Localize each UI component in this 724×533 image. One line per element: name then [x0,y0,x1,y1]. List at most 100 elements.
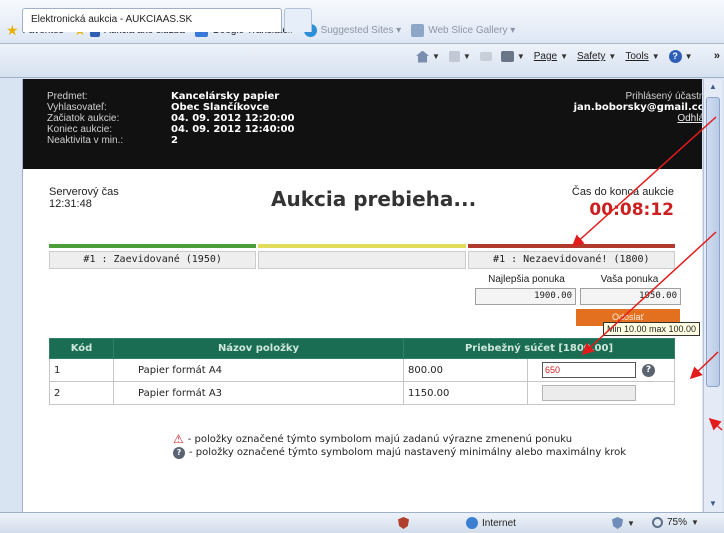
chevron-down-icon: ▼ [684,52,693,61]
protected-mode-icon [612,517,623,529]
zone-label: Internet [482,517,516,529]
step-limit-tooltip: Min 10.00 max 100.00 [603,322,701,336]
scroll-up-icon[interactable]: ▲ [708,82,718,92]
row-input-cell [527,381,675,405]
col-code: Kód [49,338,114,359]
auction-header: Predmet: Vyhlasovateľ: Začiatok aukcie: … [23,79,702,169]
page-menu[interactable]: Page ▼ [534,51,568,62]
feeds-button[interactable]: ▼ [448,51,471,62]
best-offer-label: Najlepšia ponuka [488,274,565,285]
tools-menu[interactable]: Tools ▼ [625,51,659,62]
fav-link-suggested-sites[interactable]: Suggested Sites ▾ [303,23,402,37]
chevron-down-icon: ▼ [627,518,635,528]
legend-help-row: ? - položky označené týmto symbolom majú… [173,446,626,459]
bid-status-unregistered: #1 : Nezaevidované! (1800) [467,251,675,269]
print-button[interactable]: ▼ [500,51,525,62]
row-sum: 1150.00 [403,381,528,405]
page-menu-label: Page [533,51,558,62]
participant-email: jan.boborsky@gmail.com [573,102,702,113]
label-end: Koniec aukcie: [47,124,113,135]
participant-label: Prihlásený účastník: [625,91,703,102]
label-subject: Predmet: [47,91,88,102]
mail-icon [479,52,492,61]
col-running-total: Priebežný súčet [1800.00] [403,338,675,359]
status-bar-red [467,244,675,248]
your-offer-value: 1950.00 [580,288,681,305]
row-code: 1 [49,358,114,382]
toolbar-overflow-button[interactable]: » [714,50,720,62]
bid-status-bars [49,244,675,248]
home-icon [416,50,429,63]
row-item-name: Papier formát A3 [113,381,404,405]
web-slice-icon [411,23,425,37]
page-viewport: Predmet: Vyhlasovateľ: Začiatok aukcie: … [22,79,702,512]
countdown-label: Čas do konca aukcie [571,186,674,198]
auction-info-values: Kancelársky papier Obec Slančíkovce 04. … [171,91,294,146]
fav-link-label: Suggested Sites ▾ [320,24,402,36]
chevron-down-icon: ▼ [608,52,617,61]
browser-tab-active[interactable]: Elektronická aukcia - AUKCIAAS.SK [22,8,282,32]
auction-info-labels: Predmet: Vyhlasovateľ: Začiatok aukcie: … [47,91,123,146]
label-inactivity: Neaktivita v min.: [47,135,124,146]
table-header-row: Kód Názov položky Priebežný súčet [1800.… [49,338,675,359]
your-offer-label: Vaša ponuka [600,274,659,285]
legend-warn-text: - položky označené týmto symbolom majú z… [187,434,573,445]
offer-fields: 1900.00 1950.00 [475,288,681,305]
scrollbar-thumb[interactable] [706,97,720,387]
fav-link-web-slice-gallery[interactable]: Web Slice Gallery ▾ [411,23,516,37]
row-item-name: Papier formát A4 [113,358,404,382]
value-start: 04. 09. 2012 12:20:00 [171,113,295,124]
step-help-icon[interactable]: ? [642,364,655,377]
label-announcer: Vyhlasovateľ: [47,102,107,113]
help-menu[interactable]: ? ▼ [668,50,693,63]
countdown-timer: 00:08:12 [589,200,674,220]
bid-status-row: #1 : Zaevidované (1950) #1 : Nezaevidova… [49,251,675,269]
warning-triangle-icon: ⚠ [173,432,184,446]
item-price-input[interactable] [542,362,636,378]
value-inactivity: 2 [171,135,178,146]
vertical-scrollbar[interactable]: ▲ ▼ [703,79,722,512]
new-tab-button[interactable] [284,8,312,32]
value-subject: Kancelársky papier [171,91,280,102]
shield-icon [398,517,409,529]
tools-menu-label: Tools [625,51,649,62]
printer-icon [500,51,514,62]
fav-link-label: Web Slice Gallery ▾ [428,24,516,36]
protected-mode-button[interactable]: ▼ [612,517,635,529]
help-circle-icon: ? [173,446,185,459]
legend-help-text: - položky označené týmto symbolom majú n… [189,447,627,458]
chevron-down-icon: ▼ [432,52,440,61]
favorites-star-icon: ★ [6,21,19,38]
zone-status[interactable]: Internet [466,517,516,529]
home-button[interactable]: ▼ [416,50,440,63]
zoom-icon [652,517,663,528]
safety-menu[interactable]: Safety ▼ [577,51,616,62]
chevron-down-icon: ▼ [691,518,699,527]
safety-menu-label: Safety [577,51,606,62]
row-sum: 800.00 [403,358,528,382]
chevron-down-icon: ▼ [651,52,660,61]
zoom-button[interactable]: 75% ▼ [652,517,699,528]
label-start: Začiatok aukcie: [47,113,120,124]
item-price-input[interactable] [542,385,636,401]
items-table: Kód Názov položky Priebežný súčet [1800.… [49,338,675,405]
read-mail-button[interactable] [479,52,492,61]
offer-labels: Najlepšia ponuka Vaša ponuka [475,274,681,285]
command-bar: ▼ ▼ ▼ Page ▼ Safety ▼ Tools ▼ ? ▼ [416,50,693,63]
best-offer-value: 1900.00 [475,288,576,305]
logout-link[interactable]: Odhlásiť [574,113,702,124]
security-status[interactable] [398,517,409,529]
scroll-down-icon[interactable]: ▼ [708,499,718,509]
legend-warn-row: ⚠ - položky označené týmto symbolom majú… [173,433,626,446]
col-item-name: Názov položky [113,338,404,359]
row-code: 2 [49,381,114,405]
value-announcer: Obec Slančíkovce [171,102,270,113]
table-row: 2 Papier formát A3 1150.00 [49,381,675,405]
chevron-down-icon: ▼ [560,52,569,61]
help-icon: ? [668,50,682,63]
feed-icon [448,51,460,62]
symbol-legend: ⚠ - položky označené týmto symbolom majú… [173,433,626,459]
table-row: 1 Papier formát A4 800.00 ? [49,358,675,382]
server-time: Serverový čas 12:31:48 [49,186,119,210]
bid-status-registered: #1 : Zaevidované (1950) [49,251,257,269]
